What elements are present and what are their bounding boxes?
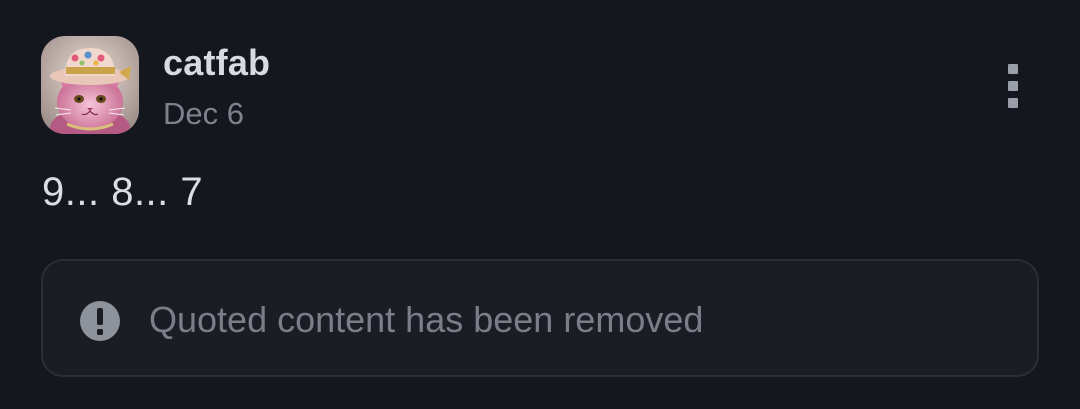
- post-date: Dec 6: [163, 96, 244, 131]
- author-name[interactable]: catfab: [163, 42, 270, 84]
- more-options-button[interactable]: [996, 60, 1030, 112]
- post-card: catfab Dec 6 9... 8... 7 Quoted content …: [0, 0, 1080, 409]
- avatar[interactable]: [41, 36, 139, 134]
- post-body: 9... 8... 7: [42, 170, 204, 214]
- exclamation-circle-icon: [79, 300, 121, 342]
- more-vertical-icon: [1008, 64, 1018, 74]
- avatar-cat-image: [41, 36, 139, 134]
- quoted-content-notice: Quoted content has been removed: [41, 259, 1039, 377]
- quoted-content-message: Quoted content has been removed: [149, 299, 704, 340]
- more-vertical-icon-dot: [1008, 98, 1018, 108]
- more-vertical-icon-dot: [1008, 81, 1018, 91]
